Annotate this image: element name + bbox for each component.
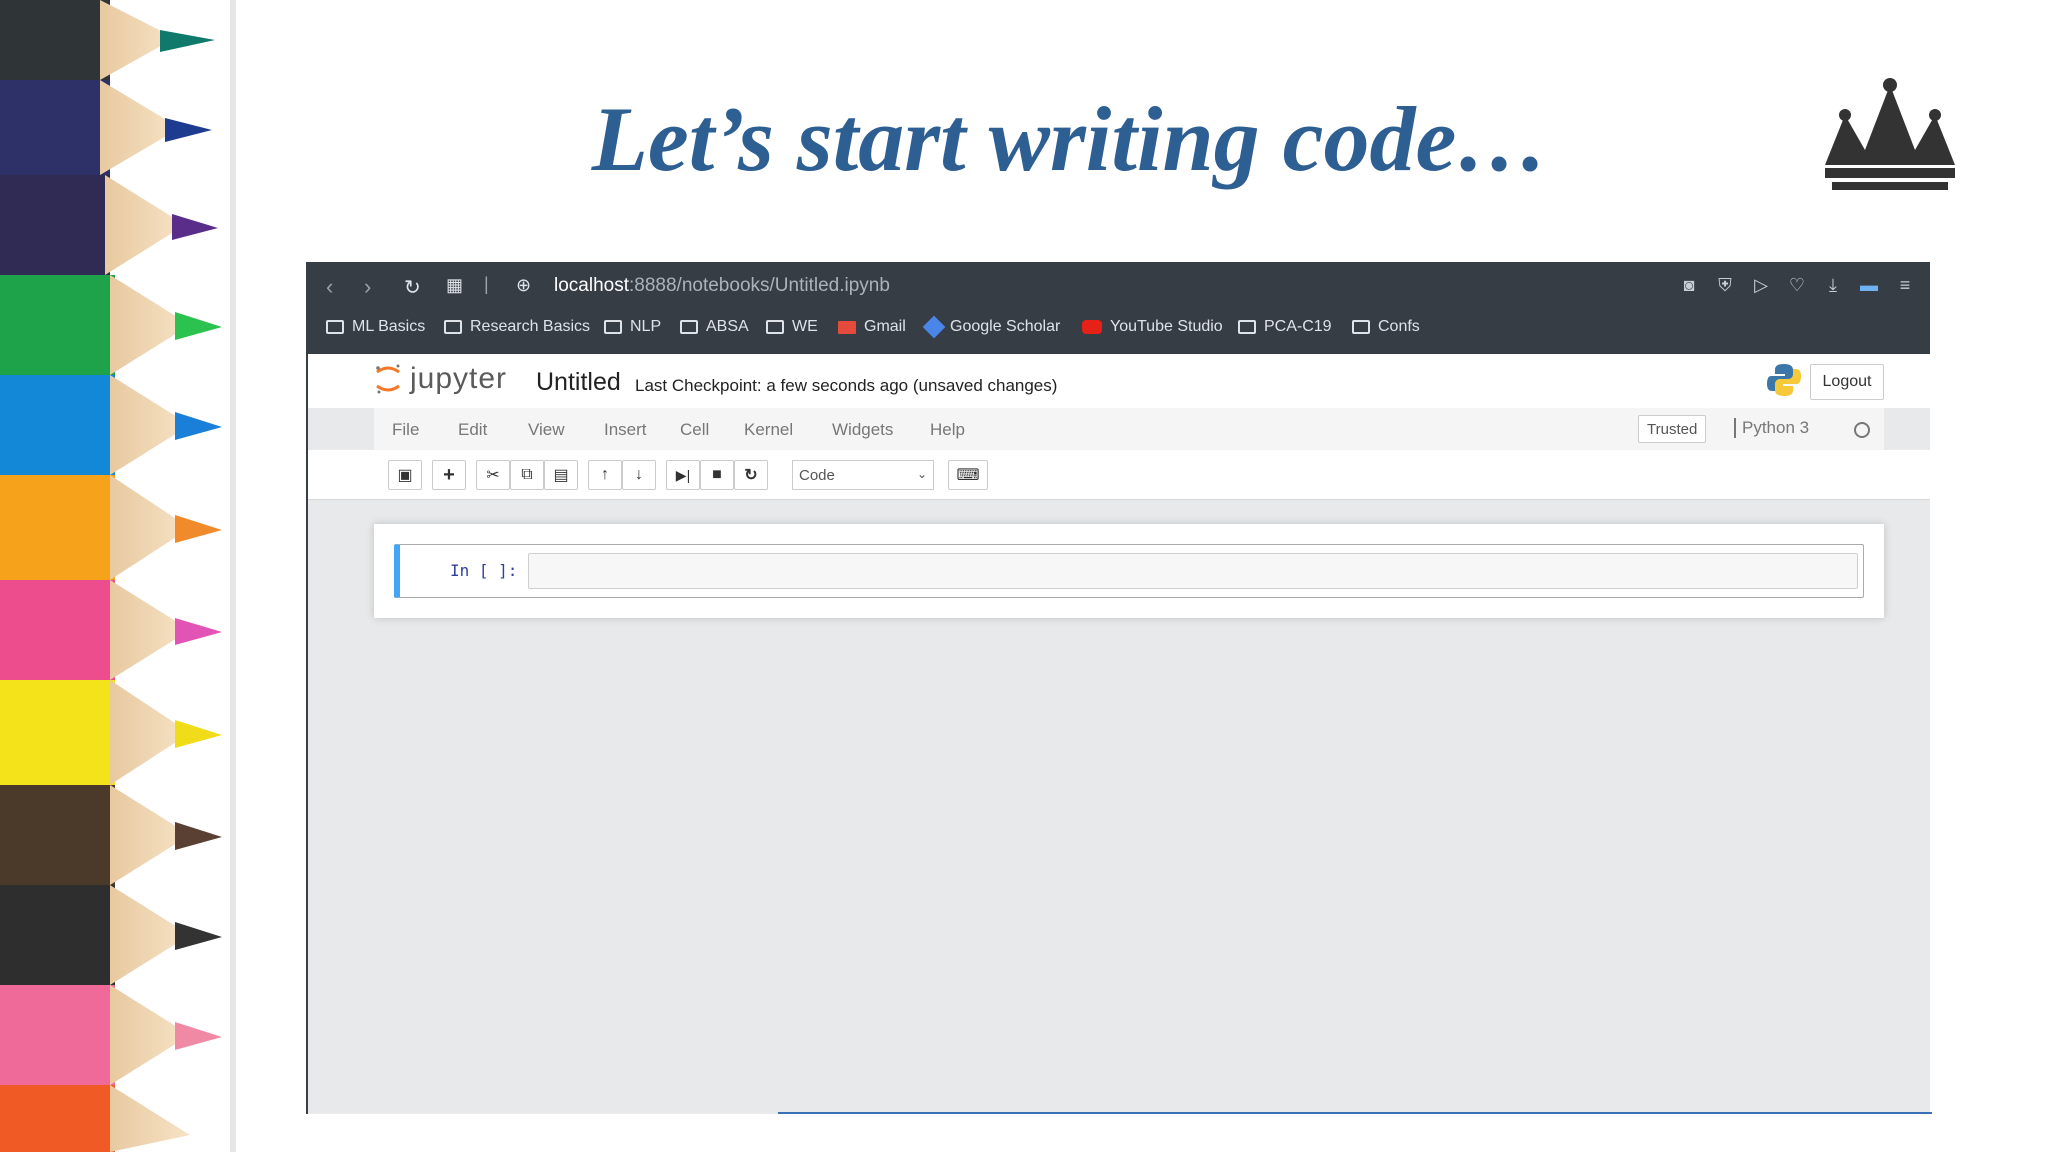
scholar-icon — [922, 315, 946, 339]
address-bar: ‹ › ↻ ▦ | ⊕ localhost:8888/notebooks/Unt… — [308, 262, 1930, 308]
checkpoint-status: Last Checkpoint: a few seconds ago (unsa… — [635, 376, 1058, 395]
folder-icon — [1238, 320, 1256, 334]
stop-icon: ■ — [712, 466, 722, 483]
menu-cell[interactable]: Cell — [680, 420, 709, 440]
insert-cell-button[interactable]: + — [432, 460, 466, 490]
arrow-up-icon: ↑ — [601, 466, 609, 483]
copy-button[interactable]: ⧉ — [510, 460, 544, 490]
run-icon: ▶| — [675, 466, 691, 483]
cut-button[interactable]: ✂ — [476, 460, 510, 490]
code-cell[interactable]: In [ ]: — [394, 544, 1864, 598]
logout-button[interactable]: Logout — [1810, 364, 1884, 400]
python-icon — [1767, 364, 1801, 396]
restart-icon: ↻ — [744, 467, 758, 484]
cell-type-select[interactable]: Code ⌄ — [792, 460, 934, 490]
jupyter-logo[interactable]: jupyter — [374, 362, 507, 396]
folder-icon — [680, 320, 698, 334]
logo — [1790, 30, 1990, 230]
save-icon: ▣ — [397, 467, 413, 484]
folder-icon — [444, 320, 462, 334]
menu-view[interactable]: View — [528, 420, 565, 440]
save-button[interactable]: ▣ — [388, 460, 422, 490]
camera-icon[interactable]: ◙ — [1678, 274, 1700, 296]
menu-file[interactable]: File — [392, 420, 419, 440]
gmail-icon — [838, 320, 856, 334]
reload-icon[interactable]: ↻ — [404, 275, 421, 300]
jupyter-header: jupyter Untitled Last Checkpoint: a few … — [308, 354, 1930, 408]
tabs-grid-icon[interactable]: ▦ — [446, 275, 463, 296]
paste-button[interactable]: ▤ — [544, 460, 578, 490]
send-icon[interactable]: ▷ — [1750, 274, 1772, 296]
notebook-container: In [ ]: — [374, 524, 1884, 618]
move-down-button[interactable]: ↓ — [622, 460, 656, 490]
bookmark-youtube-studio[interactable]: YouTube Studio — [1082, 318, 1223, 336]
folder-icon — [604, 320, 622, 334]
bookmark-nlp[interactable]: NLP — [604, 318, 661, 336]
bookmark-pca-c19[interactable]: PCA-C19 — [1238, 318, 1332, 336]
cell-prompt: In [ ]: — [450, 561, 518, 580]
scissors-icon: ✂ — [486, 467, 500, 484]
settings-icon[interactable]: ≡ — [1894, 274, 1916, 296]
browser-window: ‹ › ↻ ▦ | ⊕ localhost:8888/notebooks/Unt… — [306, 262, 1932, 1114]
bottom-accent-line — [778, 1112, 1932, 1114]
download-icon[interactable]: ⤓ — [1822, 274, 1844, 296]
folder-icon — [1352, 320, 1370, 334]
folder-icon — [766, 320, 784, 334]
pencils-decoration — [0, 0, 236, 1152]
menu-bar: File Edit View Insert Cell Kernel Widget… — [374, 408, 1884, 450]
menu-kernel[interactable]: Kernel — [744, 420, 793, 440]
folder-icon — [326, 320, 344, 334]
notebook-name[interactable]: Untitled — [536, 368, 621, 397]
browser-chrome: ‹ › ↻ ▦ | ⊕ localhost:8888/notebooks/Unt… — [308, 262, 1930, 354]
bookmark-google-scholar[interactable]: Google Scholar — [922, 315, 1060, 339]
plus-icon: + — [443, 463, 455, 486]
bookmark-gmail[interactable]: Gmail — [838, 318, 906, 336]
back-icon[interactable]: ‹ — [326, 274, 333, 300]
notebook-toolbar: ▣ + ✂ ⧉ ▤ ↑ ↓ ▶| ■ ↻ Code ⌄ ⌨ — [308, 450, 1930, 500]
bookmark-ml-basics[interactable]: ML Basics — [326, 318, 425, 336]
youtube-icon — [1082, 320, 1102, 334]
jupyter-wordmark: jupyter — [410, 362, 508, 395]
slide: Let’s start writing code… ‹ › ↻ ▦ | ⊕ lo… — [0, 0, 2048, 1152]
interrupt-button[interactable]: ■ — [700, 460, 734, 490]
cell-input[interactable] — [528, 553, 1858, 589]
globe-icon: ⊕ — [516, 275, 532, 295]
heart-icon[interactable]: ♡ — [1786, 274, 1808, 296]
move-up-button[interactable]: ↑ — [588, 460, 622, 490]
bookmark-research-basics[interactable]: Research Basics — [444, 318, 590, 336]
jupyter-icon — [376, 364, 400, 394]
arrow-down-icon: ↓ — [635, 466, 643, 483]
trusted-button[interactable]: Trusted — [1638, 415, 1707, 443]
command-palette-button[interactable]: ⌨ — [948, 460, 988, 490]
menu-widgets[interactable]: Widgets — [832, 420, 893, 440]
paste-icon: ▤ — [553, 467, 569, 484]
menu-insert[interactable]: Insert — [604, 420, 647, 440]
kernel-name[interactable]: Python 3 — [1734, 418, 1809, 438]
menu-help[interactable]: Help — [930, 420, 965, 440]
slide-title: Let’s start writing code… — [591, 88, 1549, 190]
forward-icon[interactable]: › — [364, 274, 371, 300]
separator: | — [484, 274, 489, 294]
bookmark-confs[interactable]: Confs — [1352, 318, 1420, 336]
url-input[interactable]: localhost:8888/notebooks/Untitled.ipynb — [554, 275, 890, 297]
shield-icon[interactable]: ⛨ — [1714, 274, 1736, 296]
bookmark-absa[interactable]: ABSA — [680, 318, 749, 336]
kernel-status-icon — [1854, 422, 1870, 438]
bookmark-we[interactable]: WE — [766, 318, 818, 336]
run-button[interactable]: ▶| — [666, 460, 700, 490]
restart-button[interactable]: ↻ — [734, 460, 768, 490]
menu-edit[interactable]: Edit — [458, 420, 487, 440]
bookmarks-bar: ML Basics Research Basics NLP ABSA WE Gm… — [308, 308, 1930, 350]
battery-icon[interactable]: ▬ — [1858, 274, 1880, 296]
chevron-down-icon: ⌄ — [916, 467, 927, 481]
browser-actions: ◙ ⛨ ▷ ♡ ⤓ ▬ ≡ — [1678, 274, 1916, 296]
copy-icon: ⧉ — [521, 466, 533, 483]
keyboard-icon: ⌨ — [956, 467, 980, 484]
